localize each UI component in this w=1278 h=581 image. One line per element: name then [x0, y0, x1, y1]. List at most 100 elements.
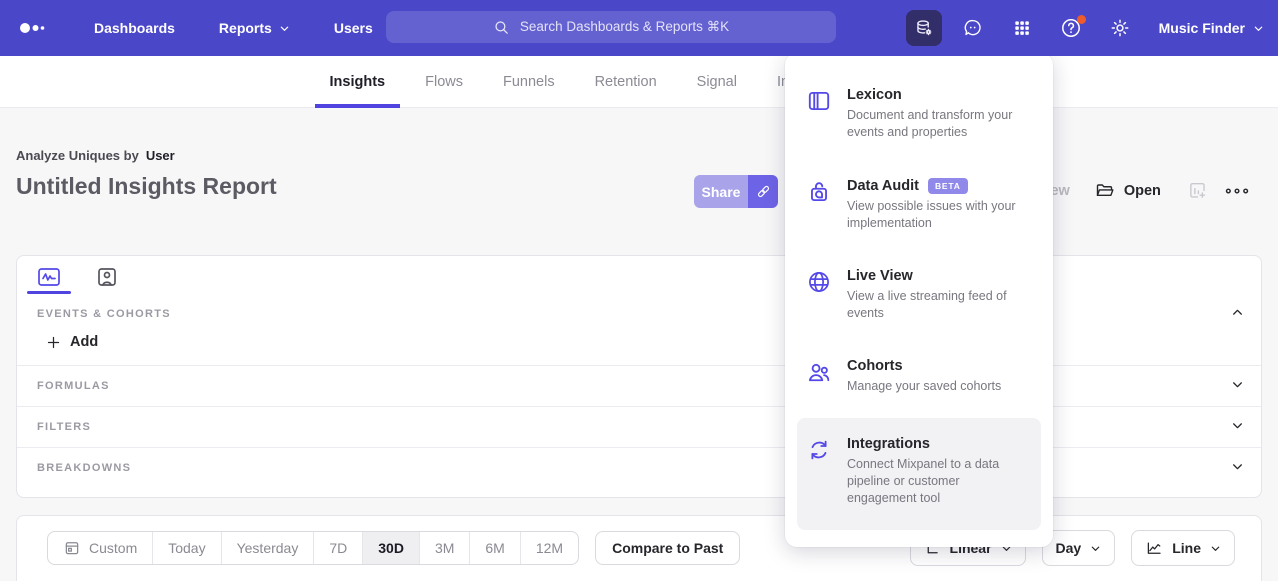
more-options-button[interactable]: [1224, 182, 1250, 200]
nav-right-controls: Music Finder: [906, 0, 1264, 56]
feedback-button[interactable]: [955, 10, 991, 46]
filters-header: FILTERS: [17, 407, 1261, 433]
add-to-dashboard-button[interactable]: [1187, 180, 1208, 201]
menu-item-data-audit[interactable]: Data Audit BETA View possible issues wit…: [785, 160, 1053, 251]
menu-item-lexicon[interactable]: Lexicon Document and transform your even…: [785, 69, 1053, 160]
compare-to-past-button[interactable]: Compare to Past: [595, 531, 740, 565]
search-input[interactable]: Search Dashboards & Reports ⌘K: [386, 11, 836, 43]
chat-bubble-icon: [962, 17, 984, 39]
date-range-12m[interactable]: 12M: [521, 532, 578, 564]
date-range-30d[interactable]: 30D: [363, 532, 420, 564]
lexicon-icon: [806, 88, 832, 114]
breadcrumb-value[interactable]: User: [146, 148, 175, 163]
formulas-header: FORMULAS: [17, 366, 1261, 392]
chart-type-dropdown[interactable]: Line: [1131, 530, 1235, 566]
help-button[interactable]: [1053, 10, 1089, 46]
tab-insights[interactable]: Insights: [315, 56, 401, 108]
data-audit-icon: [806, 179, 832, 205]
header-actions: New Open: [1020, 180, 1250, 201]
nav-item-users[interactable]: Users: [334, 20, 373, 36]
chevron-down-icon: [1231, 378, 1244, 391]
date-range-7d[interactable]: 7D: [314, 532, 363, 564]
menu-item-title: Live View: [847, 268, 1019, 284]
chevron-up-icon: [1231, 306, 1244, 319]
add-chart-icon: [1187, 180, 1208, 201]
chevron-down-icon: [1231, 419, 1244, 432]
breakdowns-section[interactable]: BREAKDOWNS: [17, 447, 1261, 488]
menu-item-desc: View possible issues with your implement…: [847, 198, 1019, 233]
top-nav: Dashboards Reports Users Search Dashboar…: [0, 0, 1278, 56]
breadcrumb: Analyze Uniques by User: [16, 148, 175, 163]
integrations-sync-icon: [806, 437, 832, 463]
report-tabbar: Insights Flows Funnels Retention Signal …: [0, 56, 1278, 108]
tab-flows[interactable]: Flows: [410, 56, 478, 108]
open-report-button[interactable]: Open: [1094, 180, 1161, 201]
data-management-menu: Lexicon Document and transform your even…: [785, 53, 1053, 547]
add-event-button[interactable]: Add: [46, 334, 116, 350]
chevron-down-icon: [1210, 543, 1221, 554]
ellipsis-icon: [1224, 182, 1250, 200]
share-button[interactable]: Share: [694, 175, 748, 208]
apps-grid-button[interactable]: [1004, 10, 1040, 46]
gear-icon: [1109, 17, 1131, 39]
calendar-icon: [63, 539, 81, 557]
page-title[interactable]: Untitled Insights Report: [16, 173, 277, 200]
beta-badge: BETA: [928, 178, 968, 194]
copy-link-button[interactable]: [748, 175, 778, 208]
date-range-custom[interactable]: Custom: [48, 532, 153, 564]
menu-item-desc: Document and transform your events and p…: [847, 107, 1019, 142]
date-range-yesterday[interactable]: Yesterday: [222, 532, 315, 564]
project-switcher[interactable]: Music Finder: [1159, 20, 1264, 36]
chevron-down-icon: [1253, 23, 1264, 34]
collapse-events-button[interactable]: [1231, 306, 1244, 319]
tab-retention[interactable]: Retention: [580, 56, 672, 108]
chevron-down-icon: [1231, 460, 1244, 473]
date-range-3m[interactable]: 3M: [420, 532, 470, 564]
cohorts-icon: [806, 359, 832, 385]
query-builder-panel: EVENTS & COHORTS Add FORMULAS FILTERS BR…: [16, 255, 1262, 498]
formulas-section[interactable]: FORMULAS: [17, 365, 1261, 406]
menu-item-integrations[interactable]: Integrations Connect Mixpanel to a data …: [797, 418, 1041, 530]
search-icon: [493, 19, 510, 36]
breakdowns-header: BREAKDOWNS: [17, 448, 1261, 474]
app-root: Dashboards Reports Users Search Dashboar…: [0, 0, 1278, 581]
notification-dot: [1077, 15, 1086, 24]
person-icon: [95, 265, 119, 289]
date-range-control: Custom Today Yesterday 7D 30D 3M 6M 12M: [47, 531, 579, 565]
tab-funnels[interactable]: Funnels: [488, 56, 570, 108]
menu-item-live-view[interactable]: Live View View a live streaming feed of …: [785, 250, 1053, 341]
nav-item-dashboards[interactable]: Dashboards: [94, 20, 175, 36]
data-management-button[interactable]: [906, 10, 942, 46]
date-range-today[interactable]: Today: [153, 532, 221, 564]
menu-item-cohorts[interactable]: Cohorts Manage your saved cohorts: [785, 341, 1053, 412]
expand-breakdowns-button[interactable]: [1231, 460, 1244, 473]
date-range-6m[interactable]: 6M: [470, 532, 520, 564]
project-name: Music Finder: [1159, 20, 1245, 36]
menu-item-desc: Connect Mixpanel to a data pipeline or c…: [847, 456, 1019, 508]
grid-icon: [1012, 18, 1032, 38]
search-placeholder: Search Dashboards & Reports ⌘K: [520, 19, 729, 35]
query-icon-tabs: [17, 256, 1261, 293]
filters-section[interactable]: FILTERS: [17, 406, 1261, 447]
chevron-down-icon: [279, 23, 290, 34]
tab-events-query[interactable]: [29, 265, 69, 293]
tab-profiles-query[interactable]: [87, 265, 127, 293]
menu-item-title: Lexicon: [847, 87, 1019, 103]
share-group: Share: [694, 175, 778, 208]
chart-toolbar-panel: Custom Today Yesterday 7D 30D 3M 6M 12M …: [16, 515, 1262, 581]
mixpanel-logo-icon[interactable]: [18, 20, 50, 36]
menu-item-desc: View a live streaming feed of events: [847, 288, 1019, 323]
chart-pulse-icon: [36, 265, 62, 289]
nav-links: Dashboards Reports Users: [94, 20, 373, 36]
expand-filters-button[interactable]: [1231, 419, 1244, 432]
tab-signal[interactable]: Signal: [682, 56, 752, 108]
folder-icon: [1094, 180, 1115, 201]
nav-item-reports[interactable]: Reports: [219, 20, 290, 36]
menu-item-title: Data Audit BETA: [847, 178, 1019, 194]
chevron-down-icon: [1090, 543, 1101, 554]
settings-button[interactable]: [1102, 10, 1138, 46]
events-cohorts-section: EVENTS & COHORTS Add: [17, 293, 1261, 350]
database-gear-icon: [913, 17, 935, 39]
expand-formulas-button[interactable]: [1231, 378, 1244, 391]
breadcrumb-prefix: Analyze Uniques by: [16, 148, 139, 163]
